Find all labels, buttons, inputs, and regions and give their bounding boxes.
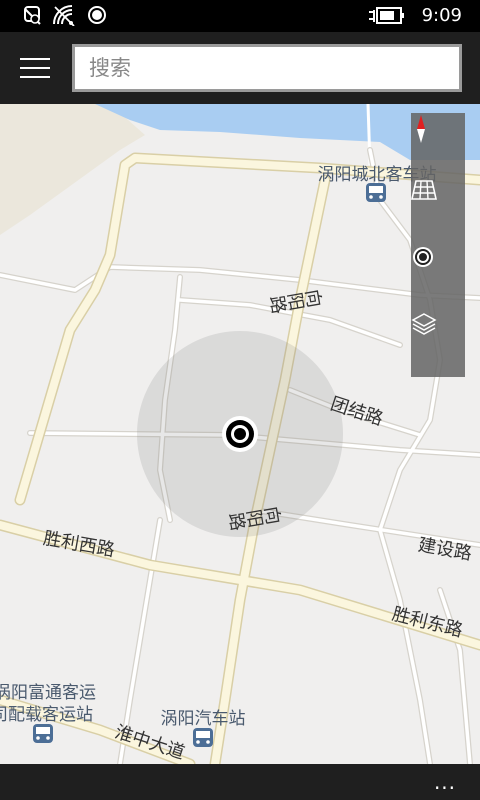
aerial-view-icon	[411, 180, 437, 200]
layers-button[interactable]	[411, 311, 465, 377]
status-bar: 9:09	[0, 0, 480, 32]
more-options-button[interactable]: ...	[420, 764, 470, 800]
bus-icon[interactable]	[33, 724, 53, 743]
header	[0, 32, 480, 104]
hamburger-menu-button[interactable]	[14, 52, 56, 84]
search-input[interactable]	[75, 47, 459, 89]
poi-label-bus-station: 涡阳汽车站	[161, 709, 246, 729]
bus-icon[interactable]	[366, 183, 386, 202]
my-location-button[interactable]	[411, 245, 465, 311]
bus-icon[interactable]	[193, 728, 213, 747]
aerial-view-button[interactable]	[411, 179, 465, 245]
nfc-icon	[22, 4, 44, 30]
my-location-icon	[413, 247, 433, 267]
battery-charging-icon	[368, 6, 406, 30]
compass-icon	[417, 115, 425, 143]
more-options-label: ...	[433, 770, 457, 794]
compass-button[interactable]	[411, 113, 465, 179]
location-icon	[86, 4, 108, 30]
poi-label-futong-line2: 公司配载客运站	[0, 705, 93, 725]
poi-label-futong-line1: 涡阳富通客运	[0, 683, 96, 703]
map-toolbar	[411, 113, 465, 377]
map-view[interactable]: 向阳路 向阳路 团结路 胜利西路 胜利东路 建设路 淮中大道 涡阳城北客车站 涡…	[0, 104, 480, 764]
app-bar: ...	[0, 764, 480, 800]
search-box[interactable]	[72, 44, 462, 92]
wifi-icon	[52, 4, 76, 30]
current-location-icon	[222, 416, 258, 452]
map-canvas[interactable]: 向阳路 向阳路 团结路 胜利西路 胜利东路 建设路 淮中大道 涡阳城北客车站 涡…	[0, 104, 480, 764]
clock: 9:09	[421, 5, 462, 26]
layers-icon	[411, 313, 437, 335]
